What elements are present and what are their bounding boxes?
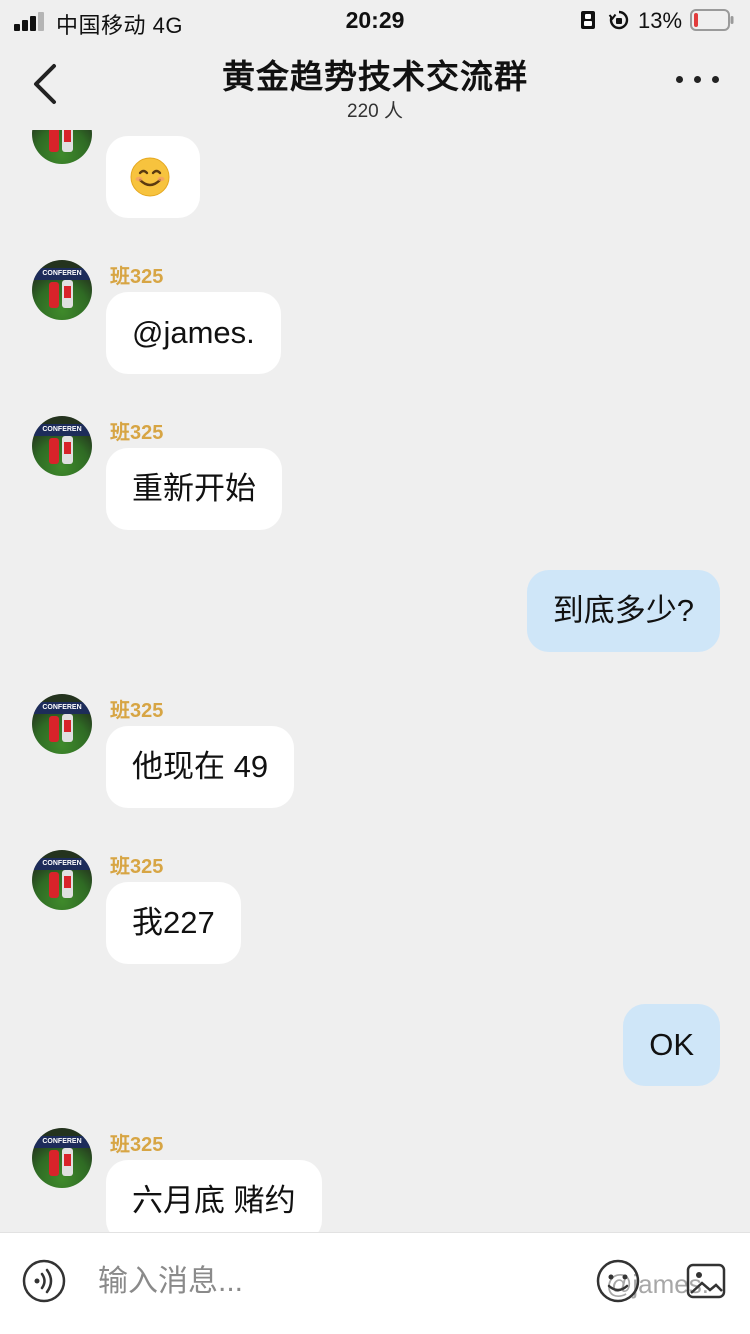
avatar-banner: CONFEREN	[32, 858, 92, 870]
status-bar: 中国移动 4G 20:29 13%	[0, 0, 750, 42]
avatar[interactable]: CONFEREN	[32, 130, 92, 164]
sender-name: 班325	[110, 1134, 164, 1156]
avatar[interactable]: CONFEREN	[32, 694, 92, 754]
avatar[interactable]: CONFEREN	[32, 416, 92, 476]
rotation-lock-icon	[608, 10, 629, 30]
sender-name: 班325	[110, 266, 164, 288]
battery-icon	[690, 9, 734, 31]
smiling-face-icon	[130, 157, 170, 197]
avatar[interactable]: CONFEREN	[32, 1128, 92, 1188]
avatar[interactable]: CONFEREN	[32, 260, 92, 320]
voice-icon[interactable]	[22, 1259, 66, 1303]
message-bubble[interactable]	[106, 136, 200, 218]
member-count: 220 人	[347, 101, 403, 122]
input-bar: @james.	[0, 1232, 750, 1334]
my-message-bubble[interactable]: OK	[623, 1004, 720, 1086]
battery-percent: 13%	[638, 8, 683, 33]
chat-header: 黄金趋势技术交流群 220 人	[0, 42, 750, 130]
more-dots-icon[interactable]	[676, 76, 720, 86]
my-message-bubble[interactable]: 到底多少?	[526, 570, 720, 652]
message-bubble[interactable]: 六月底 赌约	[106, 1160, 322, 1232]
portrait-lock-icon	[581, 11, 595, 29]
avatar-banner: CONFEREN	[32, 1136, 92, 1148]
message-bubble[interactable]: 他现在 49	[106, 726, 295, 808]
message-bubble[interactable]: 重新开始	[106, 448, 282, 530]
message-list[interactable]: CONFEREN CONFEREN 班325 @james. CONFEREN …	[0, 130, 750, 1232]
message-bubble[interactable]: @james.	[106, 292, 281, 374]
message-bubble[interactable]: 我227	[106, 882, 241, 964]
avatar[interactable]: CONFEREN	[32, 850, 92, 910]
avatar-banner: CONFEREN	[32, 268, 92, 280]
avatar-banner: CONFEREN	[32, 702, 92, 714]
message-input[interactable]	[98, 1257, 568, 1307]
avatar-banner: CONFEREN	[32, 424, 92, 436]
group-title: 黄金趋势技术交流群	[222, 58, 528, 95]
watermark: @james.	[606, 1269, 709, 1299]
sender-name: 班325	[110, 422, 164, 444]
sender-name: 班325	[110, 856, 164, 878]
sender-name: 班325	[110, 700, 164, 722]
